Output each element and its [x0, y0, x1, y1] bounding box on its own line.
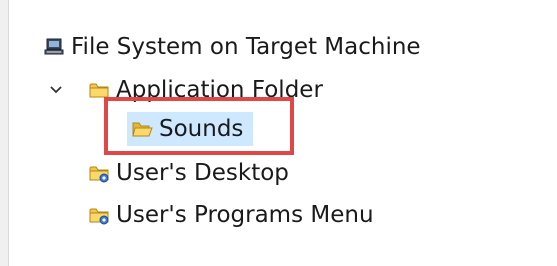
tree-node-label: Application Folder — [116, 76, 323, 103]
computer-icon — [43, 37, 65, 57]
tree-node-users-programs-menu[interactable]: User's Programs Menu — [88, 198, 374, 232]
folder-icon — [88, 80, 110, 100]
tree-node-label: File System on Target Machine — [71, 33, 421, 60]
special-folder-icon — [88, 205, 110, 225]
tree-node-sounds[interactable]: Sounds — [127, 112, 254, 146]
tree-node-file-system-root[interactable]: File System on Target Machine — [43, 30, 421, 64]
file-system-tree-panel: File System on Target Machine Applicatio… — [8, 0, 557, 266]
tree-node-label: Sounds — [159, 115, 244, 142]
tree-node-application-folder[interactable]: Application Folder — [88, 73, 323, 107]
tree-node-label: User's Programs Menu — [116, 201, 374, 228]
open-folder-icon — [131, 119, 153, 139]
tree-node-users-desktop[interactable]: User's Desktop — [88, 156, 289, 190]
chevron-down-icon[interactable] — [45, 80, 67, 100]
special-folder-icon — [88, 163, 110, 183]
tree-node-label: User's Desktop — [116, 159, 289, 186]
